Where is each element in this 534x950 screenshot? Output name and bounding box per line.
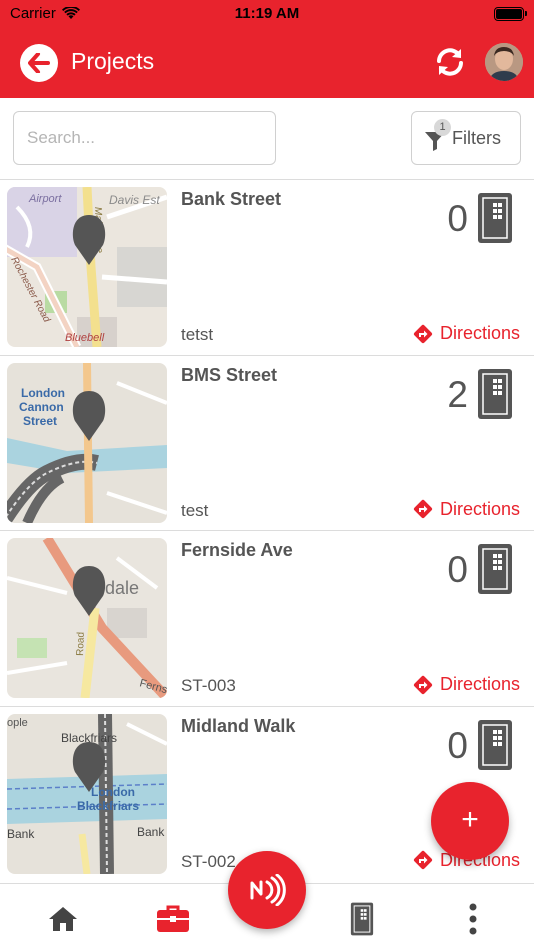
map-label: Davis Est	[109, 193, 160, 207]
arrow-left-icon	[28, 53, 50, 73]
directions-label: Directions	[439, 323, 520, 343]
filter-count-badge: 1	[434, 119, 451, 136]
add-project-button[interactable]: +	[431, 782, 509, 860]
plus-icon: +	[461, 803, 479, 836]
map-thumbnail[interactable]: dale Road Ferns	[7, 538, 167, 698]
map-label: Airport	[28, 193, 62, 205]
status-time: 11:19 AM	[234, 5, 300, 22]
back-button[interactable]	[20, 44, 58, 82]
cabinet-count: 0	[447, 198, 468, 239]
project-name: Fernside Ave	[181, 540, 293, 560]
tab-more[interactable]	[453, 901, 493, 937]
map-label: Cannon	[19, 400, 64, 414]
map-label: Bank	[7, 827, 35, 841]
tab-home[interactable]	[43, 901, 83, 937]
more-icon	[469, 903, 477, 935]
directions-icon	[413, 850, 433, 870]
project-name: Midland Walk	[181, 715, 296, 736]
map-label: London	[91, 785, 135, 799]
map-label: dale	[105, 578, 139, 598]
status-bar: Carrier 11:19 AM	[0, 0, 534, 28]
map-label: Blackfriars	[77, 799, 139, 813]
project-code: test	[181, 500, 209, 520]
search-input[interactable]	[13, 111, 276, 165]
project-row[interactable]: London Cannon Street BMS Street test 2 D…	[0, 354, 534, 531]
cabinet-count: 0	[447, 724, 468, 766]
directions-label: Directions	[439, 498, 520, 519]
project-name: Bank Street	[181, 189, 282, 209]
nfc-icon	[250, 874, 286, 906]
map-label: Bank	[137, 825, 165, 839]
home-icon	[49, 907, 77, 931]
project-code: ST-003	[181, 676, 236, 695]
directions-link[interactable]: Directions	[413, 674, 520, 695]
sync-icon	[437, 48, 463, 76]
directions-icon	[413, 499, 433, 519]
map-label: London	[21, 386, 65, 400]
directions-link[interactable]: Directions	[413, 323, 520, 344]
project-code: tetst	[181, 325, 214, 344]
map-label: Street	[23, 414, 57, 428]
map-thumbnail[interactable]: London Cannon Street	[7, 362, 167, 523]
battery-icon	[494, 7, 527, 21]
cabinet-count: 2	[447, 373, 468, 415]
sync-button[interactable]	[430, 42, 470, 82]
project-row[interactable]: Airport Davis Est Maidstone Rochester Ro…	[0, 179, 534, 355]
filters-button[interactable]: 1 Filters	[411, 111, 521, 165]
map-label: ople	[7, 717, 28, 729]
tab-projects[interactable]	[153, 901, 193, 937]
directions-icon	[413, 675, 433, 694]
project-name: BMS Street	[181, 364, 278, 385]
avatar[interactable]	[485, 43, 523, 81]
tab-cabinets[interactable]	[342, 901, 382, 937]
user-avatar-image	[485, 43, 523, 81]
cabinet-icon	[478, 193, 512, 243]
briefcase-icon	[157, 905, 189, 932]
cabinet-count: 0	[447, 549, 468, 590]
map-thumbnail[interactable]: Airport Davis Est Maidstone Rochester Ro…	[7, 187, 167, 347]
nav-bar: Projects	[0, 28, 534, 98]
nfc-scan-button[interactable]	[228, 851, 306, 929]
map-thumbnail[interactable]: ople Blackfriars London Blackfriars Bank…	[7, 713, 167, 874]
cabinet-icon	[350, 902, 374, 936]
page-title: Projects	[71, 48, 155, 74]
filters-label: Filters	[452, 127, 501, 148]
directions-icon	[413, 324, 433, 343]
project-row[interactable]: dale Road Ferns Fernside Ave ST-003 0 Di…	[0, 530, 534, 706]
cabinet-icon	[478, 719, 512, 770]
directions-label: Directions	[439, 674, 520, 694]
project-list: Airport Davis Est Maidstone Rochester Ro…	[0, 179, 534, 881]
project-code: ST-002	[181, 851, 236, 871]
map-label: Bluebell	[65, 332, 105, 344]
directions-link[interactable]: Directions	[413, 499, 520, 520]
filter-icon: 1	[424, 119, 451, 151]
map-label: Road	[75, 632, 87, 656]
cabinet-icon	[478, 368, 512, 419]
cabinet-icon	[478, 544, 512, 594]
